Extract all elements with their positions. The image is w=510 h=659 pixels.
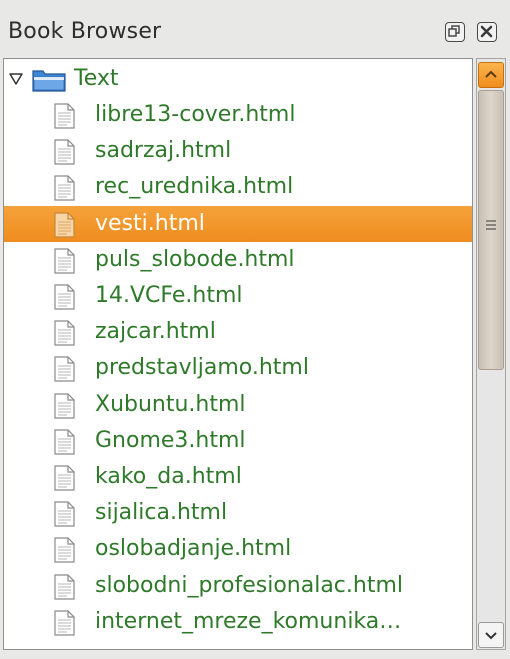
- tree-item-label: predstavljamo.html: [95, 355, 309, 381]
- file-html-icon: [54, 610, 75, 636]
- file-html-icon: [54, 537, 75, 563]
- tree-item-label: kako_da.html: [95, 464, 242, 489]
- tree-item[interactable]: sadrzaj.html: [4, 133, 472, 169]
- grip-icon: [486, 220, 496, 230]
- tree-item-label: oslobadjanje.html: [95, 536, 292, 562]
- tree-item-label: zajcar.html: [95, 319, 216, 345]
- tree-item[interactable]: internet_mreze_komunika…: [4, 604, 472, 640]
- book-tree[interactable]: Text libre13-cover.html sadrzaj.html rec_u…: [3, 58, 473, 650]
- tree-item-label: 14.VCFe.html: [95, 283, 243, 308]
- tree-item-label: sadrzaj.html: [95, 138, 232, 164]
- tree-root-label: Text: [74, 66, 119, 91]
- tree-item-label: sijalica.html: [95, 500, 228, 526]
- file-html-icon: [54, 356, 75, 382]
- close-icon: [480, 25, 493, 38]
- tree-item-label: slobodni_profesionalac.html: [95, 572, 403, 598]
- scroll-down-button[interactable]: [478, 622, 504, 648]
- scroll-thumb[interactable]: [478, 90, 504, 370]
- panel-titlebar: Book Browser: [0, 0, 510, 58]
- file-html-icon: [54, 429, 75, 455]
- panel-title: Book Browser: [8, 19, 162, 44]
- tree-item[interactable]: kako_da.html: [4, 459, 472, 495]
- file-html-icon: [54, 284, 75, 310]
- float-button[interactable]: [445, 22, 465, 42]
- tree-item[interactable]: zajcar.html: [4, 314, 472, 350]
- tree-item-label: internet_mreze_komunika…: [95, 608, 402, 634]
- tree-item[interactable]: vesti.html: [4, 205, 472, 242]
- tree-item[interactable]: 14.VCFe.html: [4, 278, 472, 314]
- file-html-icon: [54, 139, 75, 165]
- tree-root-text-folder[interactable]: Text: [4, 61, 472, 97]
- float-icon: [448, 25, 460, 37]
- scroll-up-button[interactable]: [478, 62, 504, 88]
- book-browser-panel: Book Browser Text libre13-cover.html sad…: [0, 0, 510, 659]
- chevron-down-icon: [485, 632, 497, 640]
- file-html-icon: [54, 175, 75, 201]
- tree-item[interactable]: predstavljamo.html: [4, 350, 472, 386]
- tree-item[interactable]: Xubuntu.html: [4, 387, 472, 423]
- tree-item-label: Gnome3.html: [95, 427, 246, 453]
- folder-icon: [32, 70, 66, 92]
- tree-item[interactable]: oslobadjanje.html: [4, 531, 472, 567]
- tree-item[interactable]: rec_urednika.html: [4, 169, 472, 205]
- tree-item-label: libre13-cover.html: [95, 102, 296, 127]
- tree-item-label: rec_urednika.html: [95, 174, 294, 200]
- file-html-icon: [54, 248, 75, 274]
- vertical-scrollbar[interactable]: [476, 58, 506, 650]
- tree-item-label: puls_slobode.html: [95, 246, 295, 272]
- file-html-icon: [54, 392, 75, 419]
- file-html-icon: [54, 211, 75, 238]
- file-html-icon: [54, 573, 75, 600]
- chevron-up-icon: [485, 70, 497, 78]
- expand-triangle-icon[interactable]: [8, 71, 24, 87]
- tree-item-label: vesti.html: [95, 210, 205, 236]
- tree-item[interactable]: sijalica.html: [4, 495, 472, 531]
- close-button[interactable]: [477, 22, 497, 42]
- file-html-icon: [54, 465, 75, 491]
- tree-item[interactable]: slobodni_profesionalac.html: [4, 568, 472, 604]
- tree-item[interactable]: puls_slobode.html: [4, 242, 472, 278]
- tree-item[interactable]: libre13-cover.html: [4, 97, 472, 133]
- tree-item[interactable]: Gnome3.html: [4, 423, 472, 459]
- file-html-icon: [54, 103, 75, 129]
- file-html-icon: [54, 320, 75, 346]
- file-html-icon: [54, 501, 75, 527]
- tree-item-label: Xubuntu.html: [95, 391, 246, 417]
